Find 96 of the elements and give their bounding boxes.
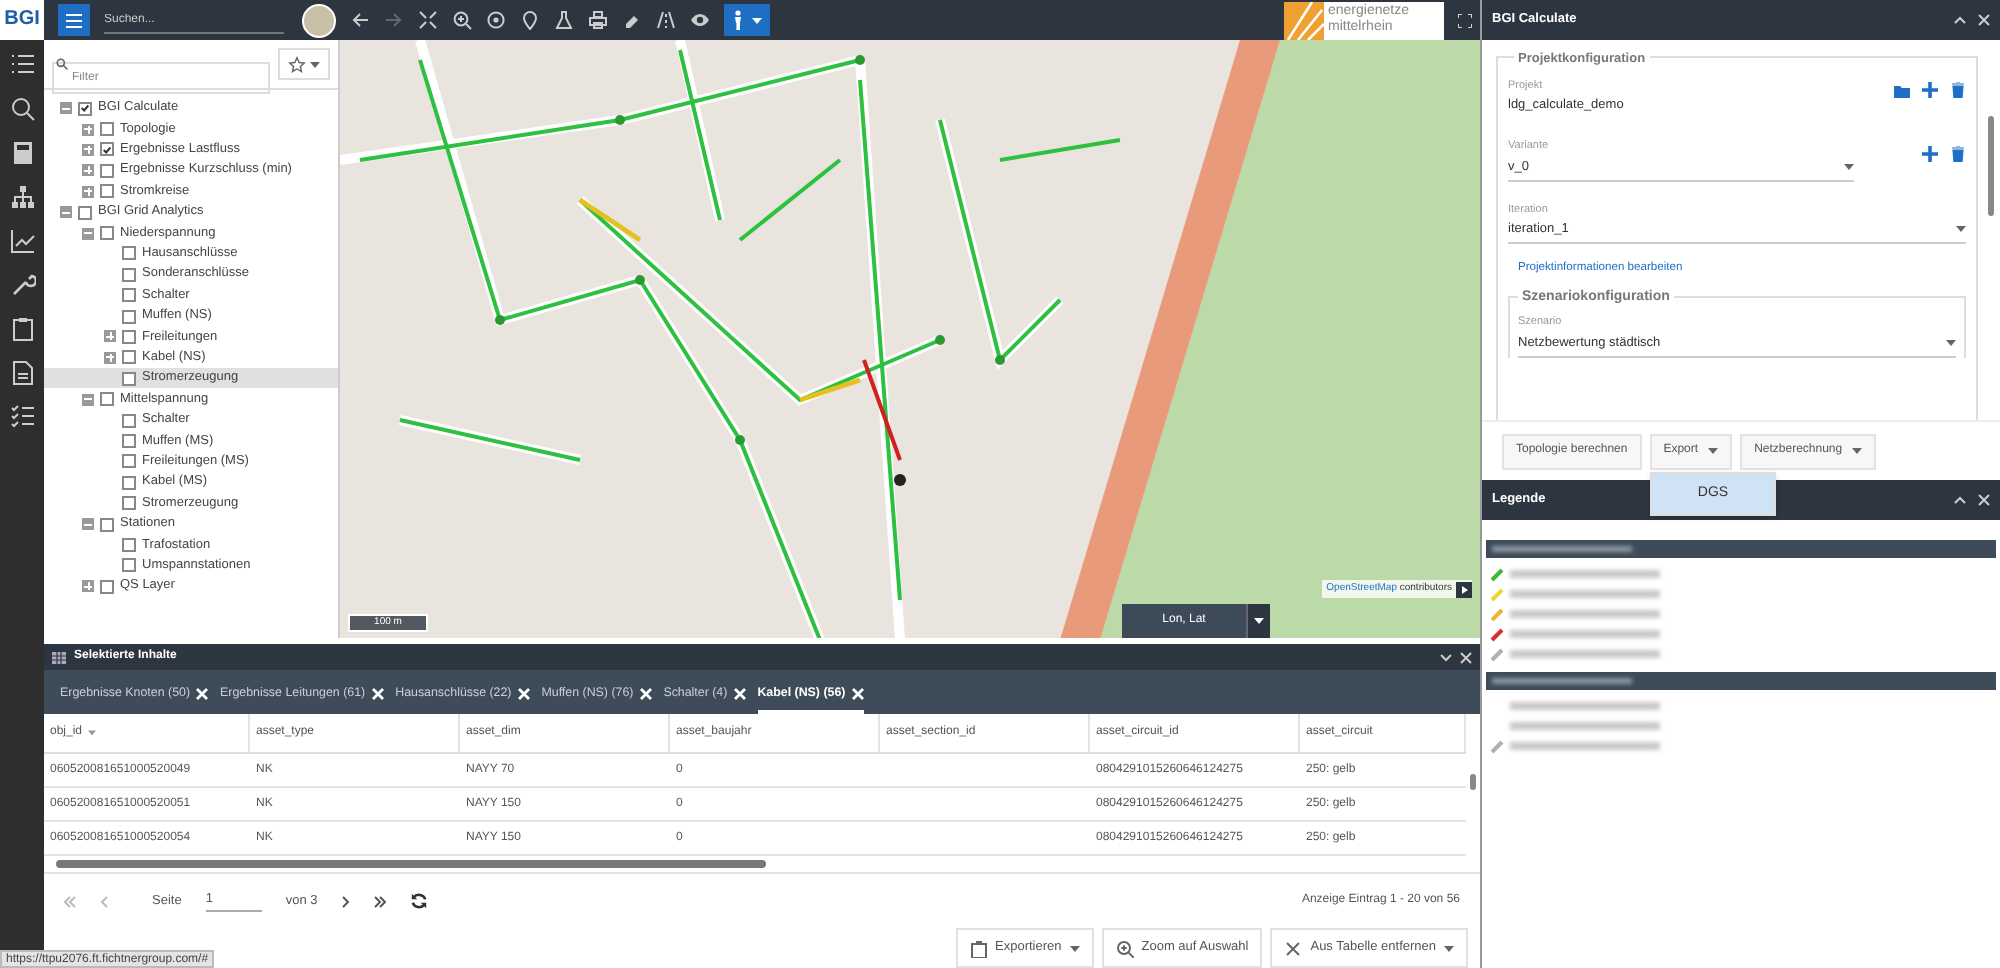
app-logo: BGI — [0, 0, 44, 40]
search-icon — [56, 58, 68, 70]
checkbox[interactable] — [122, 309, 136, 324]
checkbox[interactable] — [100, 517, 114, 531]
dropdown-button[interactable] — [1246, 604, 1270, 638]
menu-icon — [66, 13, 82, 27]
checkbox[interactable] — [100, 184, 114, 199]
caret-icon — [310, 61, 320, 67]
add-icon[interactable] — [1922, 82, 1938, 99]
road-icon[interactable] — [656, 10, 676, 30]
chevron-up-icon[interactable] — [1954, 16, 1966, 24]
checkbox[interactable] — [122, 496, 136, 511]
chart-icon[interactable] — [9, 228, 35, 254]
checkbox[interactable] — [122, 413, 136, 428]
delete-icon[interactable] — [1950, 82, 1966, 99]
eye-icon[interactable] — [690, 10, 710, 30]
expander-icon[interactable] — [82, 393, 94, 406]
caret-icon — [1254, 618, 1264, 624]
close-icon[interactable] — [1978, 494, 1990, 506]
fullscreen-icon[interactable] — [1458, 13, 1472, 27]
print-icon[interactable] — [588, 10, 608, 30]
checkbox[interactable] — [122, 371, 136, 386]
expander-icon[interactable] — [82, 164, 94, 177]
info-button[interactable] — [1456, 581, 1472, 597]
checklist-icon[interactable] — [9, 404, 35, 430]
checkbox[interactable] — [122, 558, 136, 573]
zoom-in-icon[interactable] — [452, 10, 472, 30]
expander-icon[interactable] — [82, 227, 94, 240]
hierarchy-icon[interactable] — [9, 184, 35, 210]
list-icon[interactable] — [9, 52, 35, 78]
folder-icon[interactable] — [1894, 82, 1910, 99]
expander-icon[interactable] — [104, 330, 116, 343]
refresh-icon[interactable] — [409, 892, 428, 910]
checkbox[interactable] — [122, 475, 136, 490]
expander-icon[interactable] — [82, 580, 94, 593]
chevron-up-icon[interactable] — [1954, 496, 1966, 504]
expander-icon[interactable] — [82, 123, 94, 136]
eraser-icon[interactable] — [622, 10, 642, 30]
wrench-icon[interactable] — [9, 272, 35, 298]
search-icon[interactable] — [9, 96, 35, 122]
pin-icon[interactable] — [520, 10, 540, 30]
star-icon — [288, 55, 306, 73]
last-page-icon[interactable] — [373, 895, 386, 907]
check-icon — [102, 143, 112, 156]
checkbox[interactable] — [122, 454, 136, 469]
caret-icon — [1461, 585, 1467, 593]
expander-icon[interactable] — [82, 143, 94, 156]
expander-icon[interactable] — [104, 351, 116, 364]
checkbox[interactable] — [122, 433, 136, 448]
flask-icon[interactable] — [554, 10, 574, 30]
zoom-icon — [1115, 939, 1134, 957]
checkbox[interactable] — [122, 246, 136, 261]
check-icon — [80, 102, 90, 115]
sort-icon — [88, 730, 97, 736]
document-icon[interactable] — [9, 360, 35, 386]
checkbox[interactable] — [100, 392, 114, 407]
expand-icon[interactable] — [418, 10, 438, 30]
expander-icon[interactable] — [82, 185, 94, 198]
add-icon[interactable] — [1922, 145, 1938, 161]
checkbox[interactable] — [100, 579, 114, 594]
caret-icon — [1946, 340, 1956, 347]
delete-icon[interactable] — [1950, 145, 1966, 161]
checkbox[interactable] — [122, 537, 136, 552]
clipboard-icon[interactable] — [9, 316, 35, 342]
favorites-button[interactable] — [278, 48, 330, 80]
caret-icon — [1844, 164, 1854, 170]
calculator-icon[interactable] — [9, 140, 35, 166]
checkbox[interactable] — [122, 329, 136, 344]
person-button[interactable] — [724, 4, 770, 36]
checkbox[interactable] — [100, 163, 114, 178]
basemap-photo-placeholder[interactable] — [302, 3, 336, 37]
close-icon[interactable] — [1460, 651, 1472, 663]
next-page-icon[interactable] — [341, 895, 350, 907]
target-icon[interactable] — [486, 10, 506, 30]
table-icon — [52, 651, 66, 663]
checkbox[interactable] — [78, 205, 92, 220]
checkbox[interactable] — [78, 101, 92, 116]
close-icon[interactable] — [1978, 14, 1990, 26]
person-icon — [732, 10, 744, 30]
back-arrow-icon[interactable] — [350, 10, 370, 30]
caret-icon — [1956, 226, 1966, 233]
checkbox[interactable] — [122, 267, 136, 282]
export-icon — [969, 939, 987, 957]
checkbox[interactable] — [122, 350, 136, 365]
checkbox[interactable] — [100, 122, 114, 137]
horizontal-scrollbar[interactable] — [44, 856, 1480, 874]
menu-button[interactable] — [58, 4, 90, 36]
chevron-down-icon[interactable] — [1440, 653, 1452, 661]
expander-icon[interactable] — [60, 102, 72, 115]
close-icon — [1284, 939, 1303, 957]
checkbox[interactable] — [100, 142, 114, 157]
caret-icon — [752, 17, 762, 23]
checkbox[interactable] — [122, 288, 136, 303]
checkbox[interactable] — [100, 226, 114, 241]
expander-icon[interactable] — [82, 518, 94, 530]
expander-icon[interactable] — [60, 206, 72, 219]
